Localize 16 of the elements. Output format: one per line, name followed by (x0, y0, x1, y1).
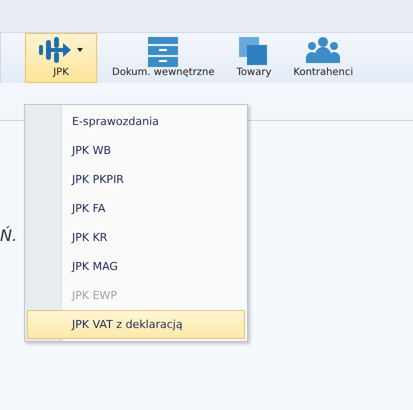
squares-icon (238, 37, 269, 67)
people-icon (306, 37, 340, 63)
toolbar-button[interactable]: JPK (25, 33, 97, 83)
toolbar-button[interactable]: Towary (230, 33, 278, 83)
menu-item[interactable]: JPK WB (27, 136, 245, 165)
menu-item[interactable]: JPK PKPIR (27, 165, 245, 194)
menu-item[interactable]: JPK FA (27, 194, 245, 223)
menu-item[interactable]: E-sprawozdania (27, 107, 245, 136)
menu-item[interactable]: JPK MAG (27, 252, 245, 281)
toolbar-button[interactable]: Dokum. wewnętrzne (105, 33, 222, 83)
toolbar-button[interactable]: Kontrahenci (286, 33, 360, 83)
menu-item[interactable]: JPK VAT z deklaracją (27, 310, 245, 339)
cabinet-icon (146, 37, 180, 67)
partial-text: Ń. (0, 226, 18, 245)
menu-item[interactable]: JPK KR (27, 223, 245, 252)
bars-arrow-icon (39, 37, 73, 63)
